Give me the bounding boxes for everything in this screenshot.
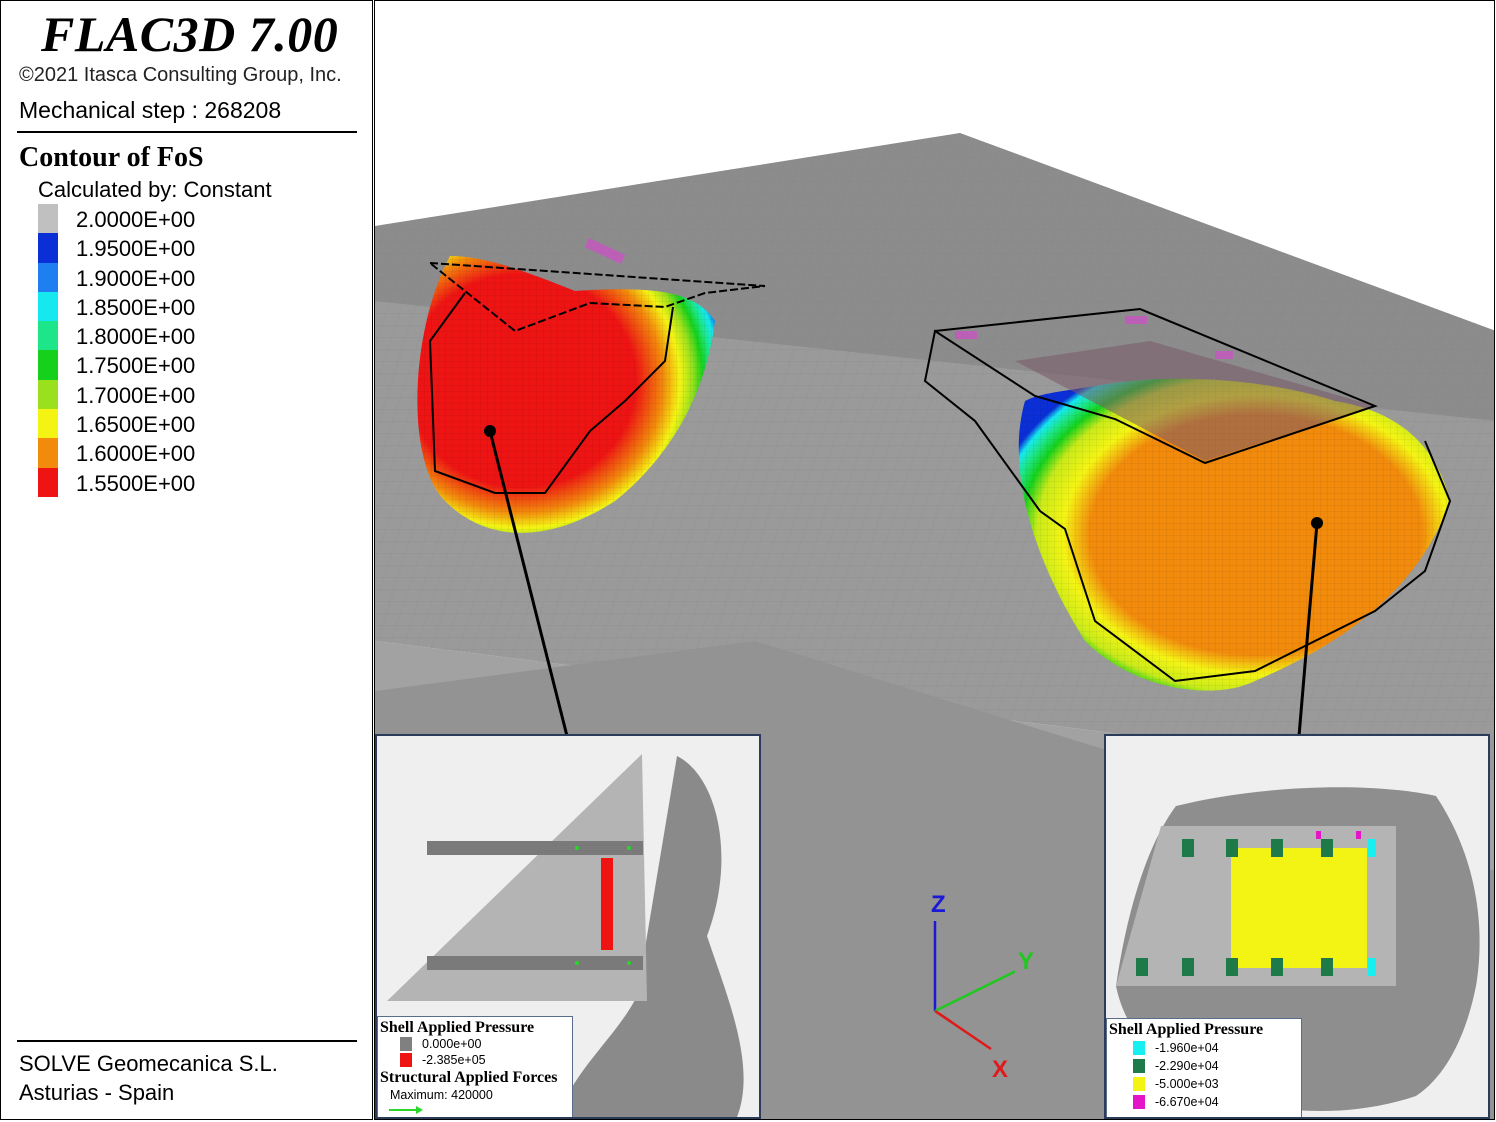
pressure-swatch (1133, 1077, 1145, 1091)
legend-label: 1.6000E+00 (76, 441, 196, 467)
pressure-swatch (400, 1053, 412, 1067)
legend-swatch (38, 204, 58, 234)
legend-swatch (38, 233, 58, 263)
legend-label: 1.7000E+00 (76, 382, 196, 408)
company-location: Asturias - Spain (19, 1080, 175, 1105)
legend-swatch (38, 467, 58, 497)
pressure-swatch (1133, 1095, 1145, 1109)
pressure-label: -2.290e+04 (1155, 1059, 1219, 1073)
legend-label: 1.9500E+00 (76, 236, 196, 262)
pressure-label: -5.000e+03 (1155, 1077, 1219, 1091)
legend-label: 2.0000E+00 (76, 207, 196, 232)
pressure-swatch (1133, 1059, 1145, 1073)
inset-left-legend: Shell Applied Pressure 0.000e+00 -2.385e… (377, 1016, 573, 1117)
legend-label: 1.8500E+00 (76, 294, 196, 320)
z-axis-label: Z (931, 891, 946, 918)
y-axis-label: Y (1018, 948, 1035, 975)
company-name: SOLVE Geomecanica S.L. (19, 1051, 278, 1076)
inset-left: Shell Applied Pressure 0.000e+00 -2.385e… (375, 734, 761, 1119)
forces-maximum: Maximum: 420000 (390, 1088, 493, 1102)
legend-label: 1.9000E+00 (76, 265, 196, 291)
pressure-label: -2.385e+05 (422, 1053, 486, 1067)
legend-swatch (38, 321, 58, 351)
inset-right-legend: Shell Applied Pressure -1.960e+04 -2.290… (1106, 1018, 1302, 1117)
legend-label: 1.5500E+00 (76, 470, 196, 496)
legend-label: 1.6500E+00 (76, 412, 196, 438)
x-axis-extension (935, 1009, 992, 1051)
pressure-swatch (1133, 1041, 1145, 1055)
calculated-by: Calculated by: Constant (38, 177, 272, 202)
legend-swatch (38, 379, 58, 410)
divider (17, 1040, 357, 1042)
legend-swatch (38, 409, 58, 439)
legend-swatch (38, 262, 58, 292)
shell-pressure-title: Shell Applied Pressure (1109, 1021, 1264, 1038)
legend-swatch (38, 350, 58, 380)
inset-right: Shell Applied Pressure -1.960e+04 -2.290… (1104, 734, 1490, 1119)
pressure-label: -1.960e+04 (1155, 1041, 1219, 1055)
legend-label: 1.7500E+00 (76, 353, 196, 379)
structural-forces-title: Structural Applied Forces (380, 1069, 558, 1086)
legend-swatch (38, 291, 58, 322)
arrow-icon (389, 1106, 423, 1114)
legend-panel: FLAC3D 7.00 ©2021 Itasca Consulting Grou… (0, 0, 373, 1120)
pressure-label: 0.000e+00 (422, 1037, 482, 1051)
divider (17, 131, 357, 133)
pressure-label: -6.670e+04 (1155, 1095, 1219, 1109)
app-title: FLAC3D 7.00 (41, 6, 339, 62)
legend-label: 1.8000E+00 (76, 324, 196, 350)
x-axis-label: X (992, 1056, 1009, 1083)
copyright-text: ©2021 Itasca Consulting Group, Inc. (19, 64, 342, 86)
shell-pressure-title: Shell Applied Pressure (380, 1019, 535, 1036)
legend-swatch (38, 438, 58, 468)
pressure-swatch (400, 1037, 412, 1051)
model-viewport[interactable]: Shell Applied Pressure 0.000e+00 -2.385e… (374, 0, 1495, 1120)
mechanical-step: Mechanical step : 268208 (19, 97, 282, 123)
contour-title: Contour of FoS (19, 142, 204, 173)
